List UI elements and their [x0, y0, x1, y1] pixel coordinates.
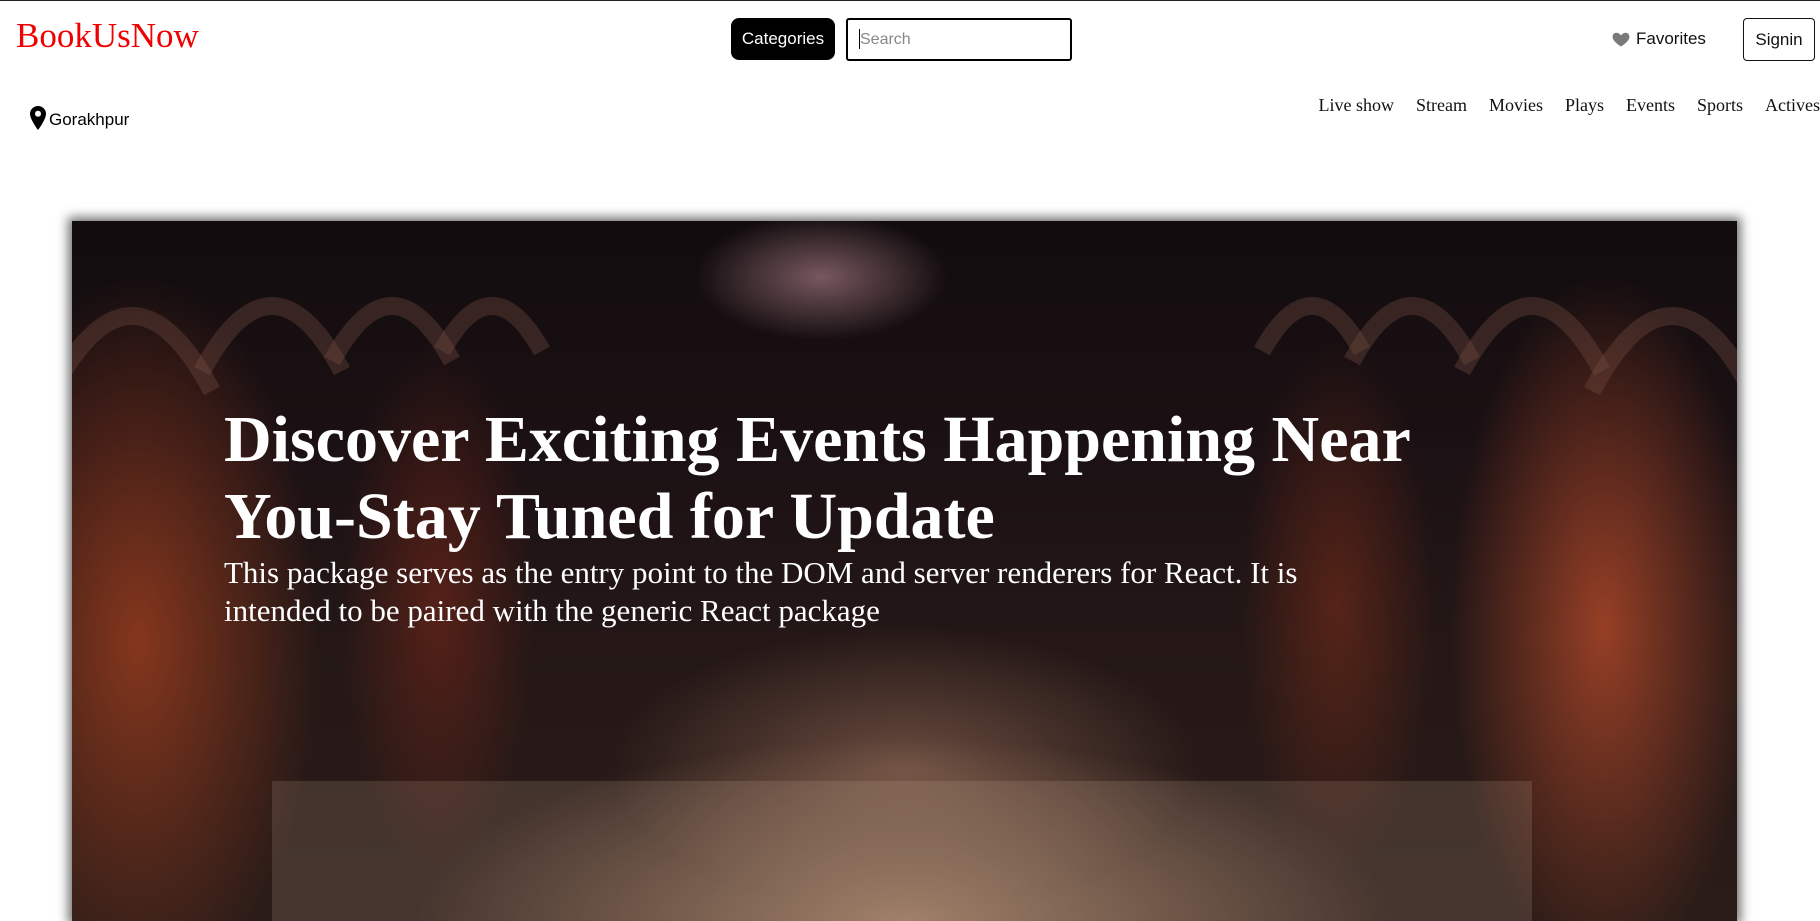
top-border	[0, 0, 1820, 1]
category-nav: Live show Stream Movies Plays Events Spo…	[1318, 95, 1820, 116]
favorites-label: Favorites	[1636, 29, 1706, 48]
nav-item-plays[interactable]: Plays	[1565, 95, 1604, 116]
nav-item-sports[interactable]: Sports	[1697, 95, 1743, 116]
nav-item-actives[interactable]: Actives	[1765, 95, 1820, 116]
heart-icon	[1612, 32, 1630, 47]
nav-item-events[interactable]: Events	[1626, 95, 1675, 116]
location-selector[interactable]: Gorakhpur	[30, 106, 129, 130]
search-input[interactable]	[846, 18, 1072, 61]
nav-item-movies[interactable]: Movies	[1489, 95, 1543, 116]
hero-banner: Discover Exciting Events Happening Near …	[72, 221, 1737, 921]
favorites-button[interactable]: Favorites	[1611, 27, 1706, 51]
categories-button[interactable]: Categories	[731, 18, 835, 60]
location-city: Gorakhpur	[49, 110, 130, 129]
nav-item-stream[interactable]: Stream	[1416, 95, 1467, 116]
hero-title: Discover Exciting Events Happening Near …	[224, 403, 1410, 553]
brand-logo[interactable]: BookUsNow	[16, 14, 199, 58]
nav-item-live-show[interactable]: Live show	[1318, 95, 1394, 116]
hero-subtitle: This package serves as the entry point t…	[224, 555, 1298, 628]
text-caret	[859, 29, 860, 49]
signin-button[interactable]: Signin	[1743, 18, 1815, 61]
map-pin-icon	[30, 106, 46, 130]
